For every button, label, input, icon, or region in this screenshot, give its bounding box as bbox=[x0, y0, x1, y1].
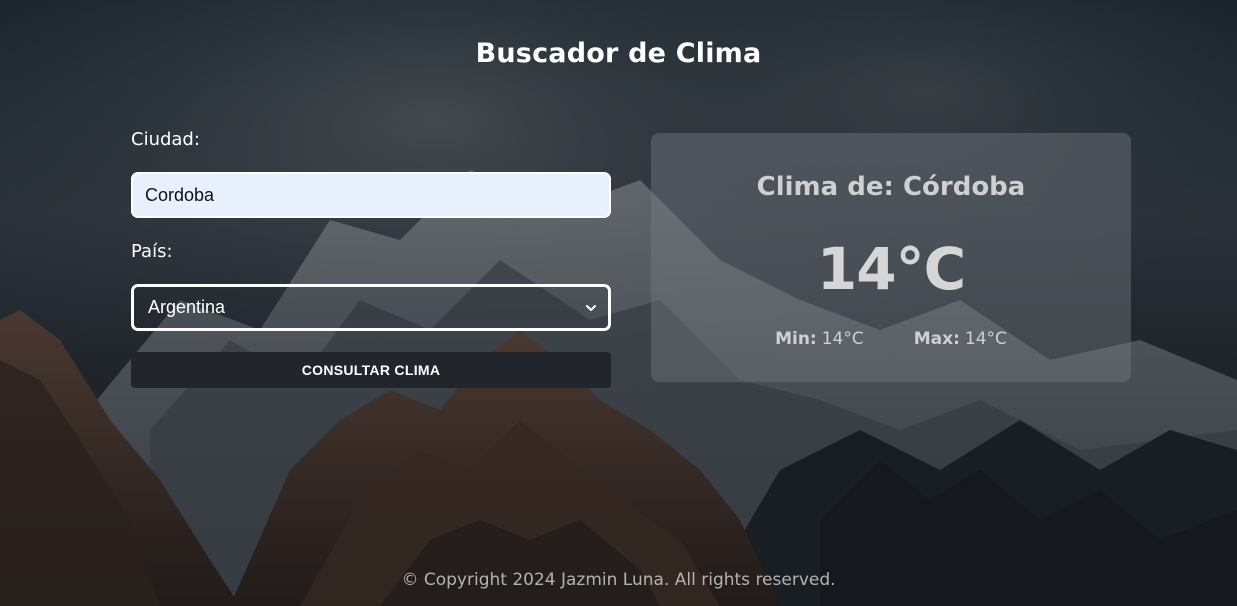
page: Buscador de Clima Ciudad: País: Argentin… bbox=[0, 0, 1237, 606]
min-max-row: Min: 14°C Max: 14°C bbox=[651, 329, 1131, 349]
city-input[interactable] bbox=[131, 172, 611, 218]
city-label: Ciudad: bbox=[131, 129, 200, 150]
max-value: 14°C bbox=[964, 329, 1007, 349]
weather-result-title: Clima de: Córdoba bbox=[756, 172, 1026, 202]
current-temperature: 14°C bbox=[816, 235, 966, 303]
chevron-down-icon bbox=[584, 301, 598, 315]
country-label: País: bbox=[131, 241, 173, 262]
weather-result-card: Clima de: Córdoba 14°C Min: 14°C Max: 14°C bbox=[651, 133, 1131, 382]
max-temperature: Max: 14°C bbox=[914, 329, 1007, 349]
country-select[interactable]: Argentina bbox=[131, 284, 611, 331]
min-temperature: Min: 14°C bbox=[775, 329, 864, 349]
page-title: Buscador de Clima bbox=[475, 38, 762, 69]
max-label: Max: bbox=[913, 329, 960, 349]
min-label: Min: bbox=[775, 329, 817, 349]
min-value: 14°C bbox=[821, 329, 864, 349]
consult-weather-button[interactable]: CONSULTAR CLIMA bbox=[131, 352, 611, 388]
country-select-value: Argentina bbox=[148, 297, 226, 317]
footer-copyright: © Copyright 2024 Jazmin Luna. All rights… bbox=[401, 570, 836, 590]
